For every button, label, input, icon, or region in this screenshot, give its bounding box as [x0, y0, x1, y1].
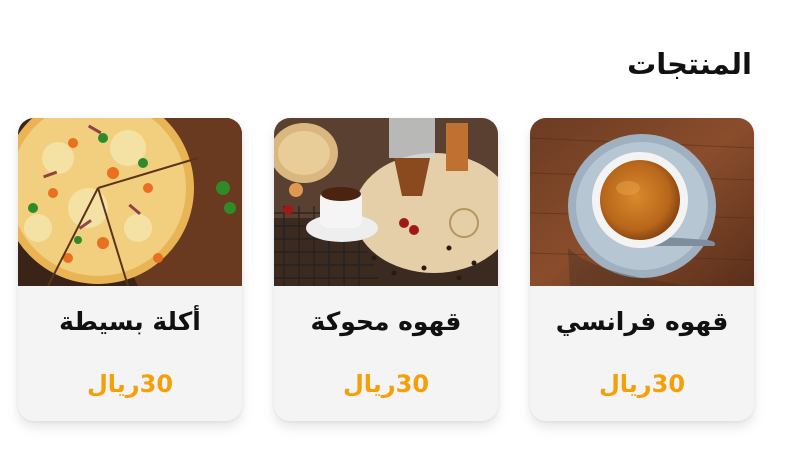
section-title: المنتجات [627, 47, 752, 81]
product-name: قهوه محوكة [310, 307, 462, 336]
spiced-coffee-table-photo [274, 118, 498, 286]
product-price: 30ريال [86, 370, 174, 398]
product-card-simple-meal[interactable]: أكلة بسيطة 30ريال [18, 118, 242, 421]
products-page: المنتجات قهوه فرانسي 30ريال قهوه محوكة 3… [0, 0, 786, 454]
product-name: قهوه فرانسي [555, 307, 729, 336]
product-card-french-coffee[interactable]: قهوه فرانسي 30ريال [530, 118, 754, 421]
pizza-photo [18, 118, 242, 286]
product-price: 30ريال [598, 370, 686, 398]
product-card-spiced-coffee[interactable]: قهوه محوكة 30ريال [274, 118, 498, 421]
french-coffee-cup-photo [530, 118, 754, 286]
product-name: أكلة بسيطة [59, 307, 201, 336]
product-price: 30ريال [342, 370, 430, 398]
